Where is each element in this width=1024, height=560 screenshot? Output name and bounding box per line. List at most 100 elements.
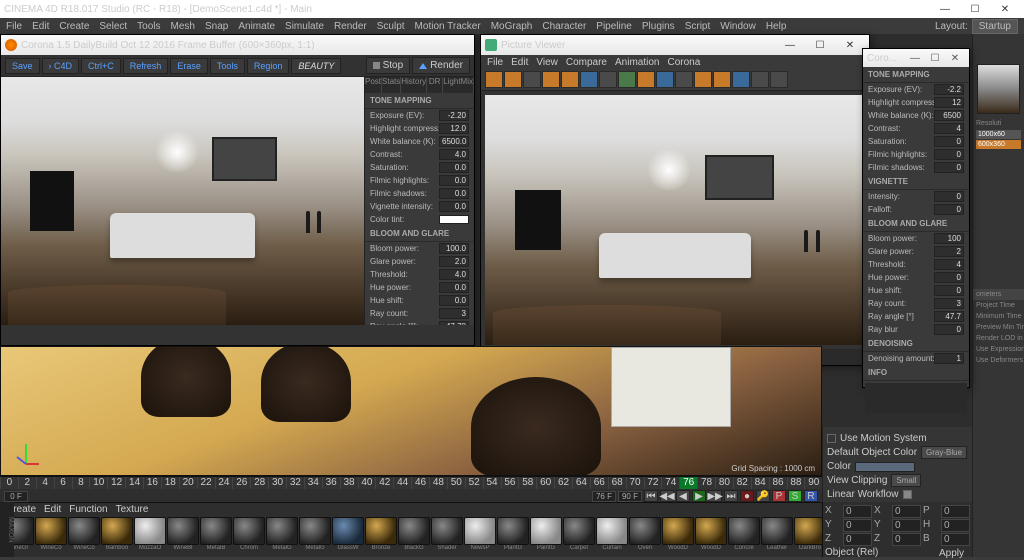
material-item[interactable]: Oven [629,517,661,551]
toolbar-icon[interactable] [713,71,731,88]
menu-item[interactable]: Edit [32,21,49,32]
vfb-tab-post[interactable]: Post [365,77,382,93]
frame-tick[interactable]: 86 [769,477,787,489]
editor-viewport[interactable]: Grid Spacing : 1000 cm [0,346,822,476]
value-field[interactable]: -2.20 [439,110,469,121]
material-item[interactable]: Concre [728,517,760,551]
resolution-current[interactable]: 600x360 [976,140,1021,149]
key-rot-icon[interactable]: R [804,490,818,502]
close-button[interactable]: ✕ [990,0,1020,18]
menu-item[interactable]: Create [59,21,89,32]
maximize-button[interactable]: ☐ [960,0,990,18]
value-field[interactable]: 100 [934,233,964,244]
frame-tick[interactable]: 22 [197,477,215,489]
resolution-full[interactable]: 1000x60 [976,130,1021,139]
value-field[interactable]: 2 [934,246,964,257]
linear-workflow-checkbox[interactable] [903,490,912,499]
menu-item[interactable]: Help [766,21,787,32]
value-field[interactable]: 3 [934,298,964,309]
frame-tick[interactable]: 26 [232,477,250,489]
end-frame-field[interactable]: 90 F [618,491,642,502]
key-pos-icon[interactable]: P [772,490,786,502]
frame-tick[interactable]: 30 [268,477,286,489]
toolbar-icon[interactable] [637,71,655,88]
frame-tick[interactable]: 8 [72,477,90,489]
menu-item[interactable]: Animation [615,57,659,68]
value-field[interactable]: 1 [934,353,964,364]
frame-tick[interactable]: 50 [447,477,465,489]
pv-minimize-button[interactable]: — [775,36,805,54]
value-field[interactable]: 0.0 [439,295,469,306]
pv-render-view[interactable] [485,95,865,345]
frame-tick[interactable]: 18 [161,477,179,489]
value-field[interactable]: 0.0 [439,188,469,199]
go-end-button[interactable]: ⏭ [724,490,738,502]
step-back-button[interactable]: ◀◀ [660,490,674,502]
frame-tick[interactable]: 48 [429,477,447,489]
value-field[interactable]: 12.0 [439,123,469,134]
material-item[interactable]: WineCo [68,517,100,551]
close-button[interactable]: ✕ [945,53,965,64]
vfb-tab-dr[interactable]: DR [427,77,443,93]
value-field[interactable]: 0 [934,285,964,296]
material-item[interactable]: MetalG [266,517,298,551]
menu-item[interactable]: Script [685,21,711,32]
color-swatch[interactable] [855,462,915,472]
toolbar-icon[interactable] [770,71,788,88]
play-back-button[interactable]: ◀ [676,490,690,502]
frame-tick[interactable]: 2 [18,477,36,489]
frame-tick[interactable]: 40 [358,477,376,489]
frame-tick[interactable]: 32 [286,477,304,489]
menu-item[interactable]: Edit [44,504,61,515]
tab-label[interactable]: ometers [973,289,1024,300]
coord-mode-dropdown[interactable]: Object (Rel) [825,547,931,560]
current-frame-field[interactable]: 76 F [592,491,616,502]
record-button[interactable]: ● [740,490,754,502]
color-tint-swatch[interactable] [439,215,469,224]
save-button[interactable]: Save [5,58,40,74]
frame-tick[interactable]: 70 [626,477,644,489]
frame-tick[interactable]: 68 [608,477,626,489]
frame-tick[interactable]: 88 [787,477,805,489]
vfb-render-view[interactable] [1,77,364,325]
frame-tick[interactable]: 78 [697,477,715,489]
tools-button[interactable]: Tools [210,58,245,74]
menu-item[interactable]: Motion Tracker [415,21,481,32]
value-field[interactable]: 2.0 [439,256,469,267]
value-field[interactable]: 100.0 [439,243,469,254]
frame-tick[interactable]: 42 [375,477,393,489]
maximize-button[interactable]: ☐ [925,53,945,64]
value-field[interactable]: 6500.0 [439,136,469,147]
frame-tick[interactable]: 72 [644,477,662,489]
material-item[interactable]: Bamboo [101,517,133,551]
menu-item[interactable]: Edit [511,57,528,68]
frame-tick[interactable]: 62 [554,477,572,489]
material-item[interactable]: WoodD [695,517,727,551]
frame-tick[interactable]: 80 [715,477,733,489]
toolbar-icon[interactable] [751,71,769,88]
region-button[interactable]: Region [247,58,290,74]
frame-tick[interactable]: 12 [107,477,125,489]
view-clipping-dropdown[interactable]: Small [891,474,921,487]
frame-tick[interactable]: 46 [411,477,429,489]
menu-item[interactable]: Simulate [285,21,324,32]
pv-maximize-button[interactable]: ☐ [805,36,835,54]
menu-item[interactable]: Tools [137,21,160,32]
key-scale-icon[interactable]: S [788,490,802,502]
frame-tick[interactable]: 4 [36,477,54,489]
material-item[interactable]: WineBl [167,517,199,551]
menu-item[interactable]: View [536,57,558,68]
vfb-tab-lightmix[interactable]: LightMix [443,77,474,93]
value-field[interactable]: 47.70 [439,321,469,325]
frame-tick[interactable]: 24 [215,477,233,489]
frame-tick[interactable]: 56 [501,477,519,489]
value-field[interactable]: 0 [934,162,964,173]
material-item[interactable]: MetalG [299,517,331,551]
value-field[interactable]: 0 [934,149,964,160]
frame-tick[interactable]: 14 [125,477,143,489]
value-field[interactable]: 0.0 [439,201,469,212]
step-fwd-button[interactable]: ▶▶ [708,490,722,502]
vfb-titlebar[interactable]: Corona 1.5 DailyBuild Oct 12 2016 Frame … [1,35,474,55]
material-item[interactable]: PaintG [530,517,562,551]
render-button[interactable]: Render [412,57,470,74]
